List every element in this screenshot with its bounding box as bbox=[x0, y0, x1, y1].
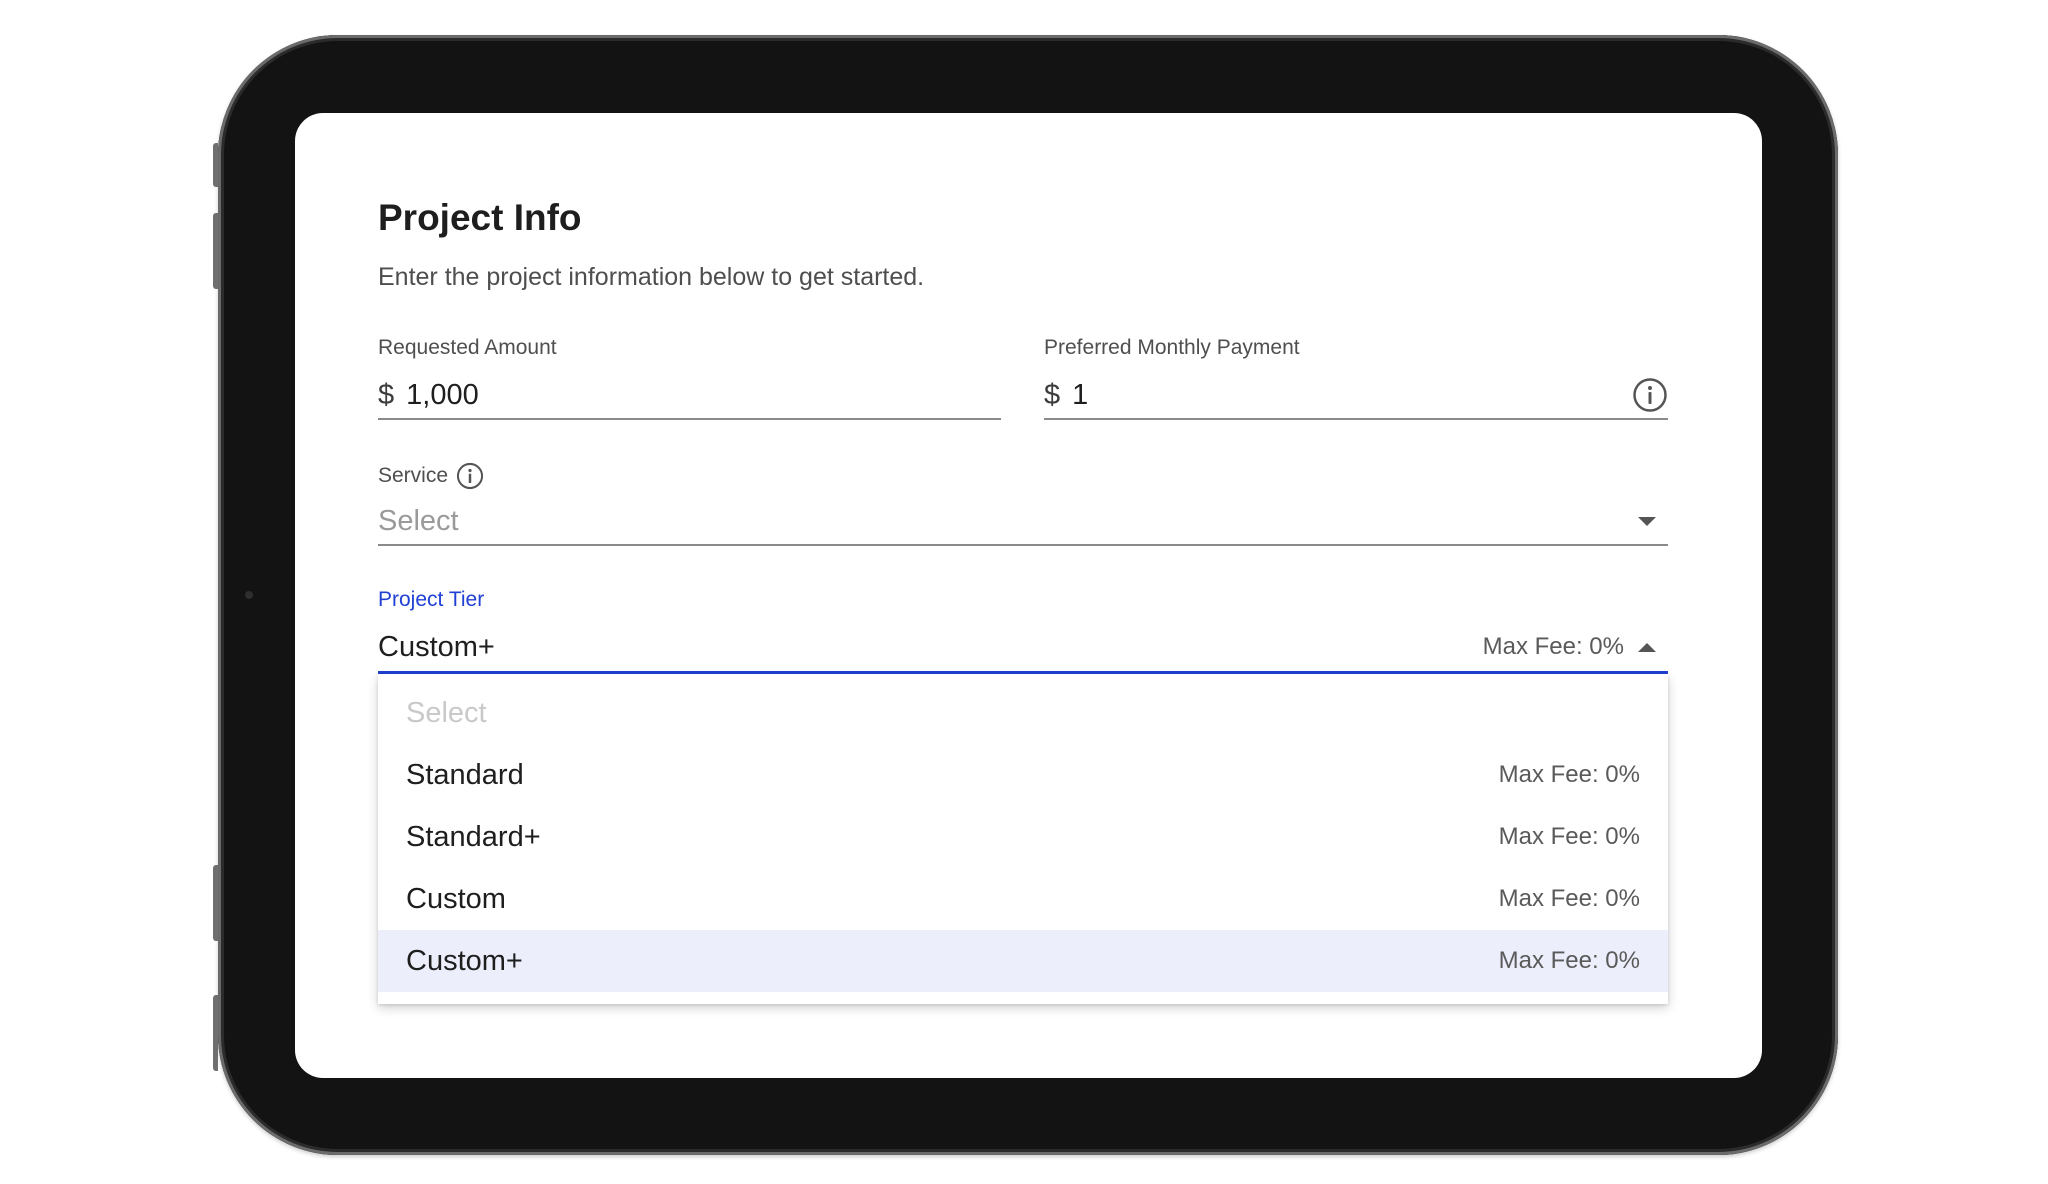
tablet-side-button bbox=[213, 213, 218, 289]
page-subtitle: Enter the project information below to g… bbox=[378, 263, 925, 291]
menu-option-fee: Max Fee: 0% bbox=[1498, 823, 1640, 850]
menu-placeholder: Select bbox=[406, 696, 487, 729]
currency-prefix: $ bbox=[1044, 378, 1061, 411]
tablet-side-button bbox=[213, 143, 218, 187]
tablet-side-button bbox=[213, 995, 218, 1071]
menu-option-label: Standard+ bbox=[406, 820, 541, 853]
menu-option-fee: Max Fee: 0% bbox=[1498, 885, 1640, 912]
menu-option-standard-plus[interactable]: Standard+ Max Fee: 0% bbox=[378, 806, 1668, 868]
requested-amount-field: $ bbox=[378, 372, 1001, 420]
service-label: Service bbox=[378, 462, 484, 490]
info-circle-icon[interactable] bbox=[456, 462, 484, 490]
tablet-side-button bbox=[213, 865, 218, 941]
menu-option-label: Custom+ bbox=[406, 944, 523, 977]
menu-option-label: Custom bbox=[406, 882, 506, 915]
project-tier-value: Custom+ bbox=[378, 630, 495, 663]
project-tier-label: Project Tier bbox=[378, 588, 485, 611]
service-select[interactable]: Select bbox=[378, 498, 1668, 546]
requested-amount-label: Requested Amount bbox=[378, 336, 557, 359]
monthly-payment-field: $ bbox=[1044, 372, 1668, 420]
menu-option-label: Standard bbox=[406, 758, 524, 791]
chevron-down-icon bbox=[1638, 516, 1656, 526]
project-tier-menu: Select Standard Max Fee: 0% Standard+ Ma… bbox=[378, 674, 1668, 1004]
menu-option-fee: Max Fee: 0% bbox=[1498, 947, 1640, 974]
monthly-payment-label: Preferred Monthly Payment bbox=[1044, 336, 1300, 359]
chevron-up-icon bbox=[1638, 642, 1656, 652]
info-circle-icon[interactable] bbox=[1632, 377, 1668, 413]
menu-option-standard[interactable]: Standard Max Fee: 0% bbox=[378, 744, 1668, 806]
menu-option-custom-plus[interactable]: Custom+ Max Fee: 0% bbox=[378, 930, 1668, 992]
service-select-placeholder: Select bbox=[378, 504, 459, 537]
currency-prefix: $ bbox=[378, 378, 395, 411]
camera-icon bbox=[245, 591, 253, 599]
menu-option-fee: Max Fee: 0% bbox=[1498, 761, 1640, 788]
page-title: Project Info bbox=[378, 197, 582, 238]
stage: Project Info Enter the project informati… bbox=[0, 0, 2048, 1184]
service-label-text: Service bbox=[378, 464, 449, 487]
project-tier-fee: Max Fee: 0% bbox=[1482, 633, 1624, 660]
screen: Project Info Enter the project informati… bbox=[295, 113, 1762, 1078]
monthly-payment-input[interactable] bbox=[1072, 378, 1632, 412]
requested-amount-input[interactable] bbox=[406, 378, 1001, 412]
project-tier-select[interactable]: Custom+ Max Fee: 0% bbox=[378, 623, 1668, 674]
menu-option-custom[interactable]: Custom Max Fee: 0% bbox=[378, 868, 1668, 930]
